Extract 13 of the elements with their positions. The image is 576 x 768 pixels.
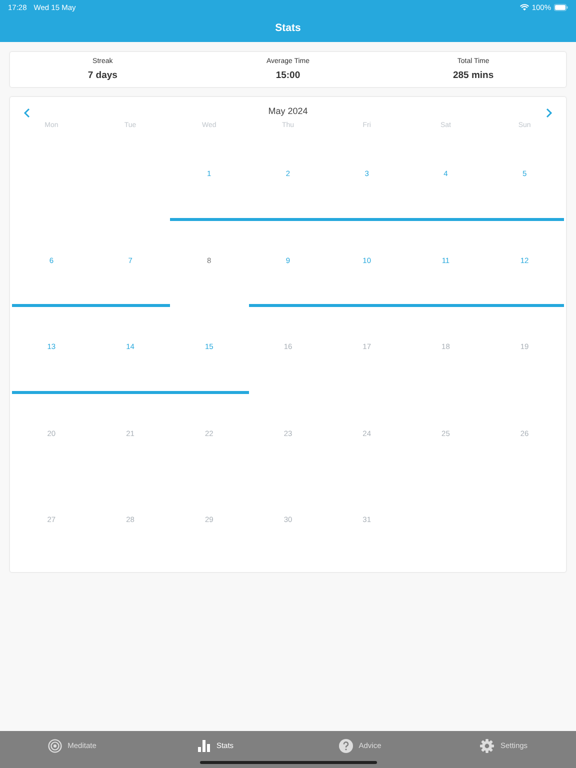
battery-icon bbox=[554, 4, 568, 10]
previous-month-button[interactable] bbox=[23, 106, 31, 116]
month-title: May 2024 bbox=[268, 106, 308, 116]
settings-icon bbox=[480, 738, 494, 752]
stat-value: 7 days bbox=[88, 70, 118, 81]
bar-chart-icon bbox=[198, 740, 210, 752]
help-icon bbox=[338, 738, 353, 752]
stat-value: 285 mins bbox=[452, 70, 494, 81]
next-month-button[interactable] bbox=[545, 106, 553, 116]
wifi-icon bbox=[520, 4, 529, 10]
target-icon bbox=[48, 738, 62, 752]
stat-value: 15:00 bbox=[276, 70, 300, 81]
screen-title: Stats bbox=[274, 22, 302, 34]
